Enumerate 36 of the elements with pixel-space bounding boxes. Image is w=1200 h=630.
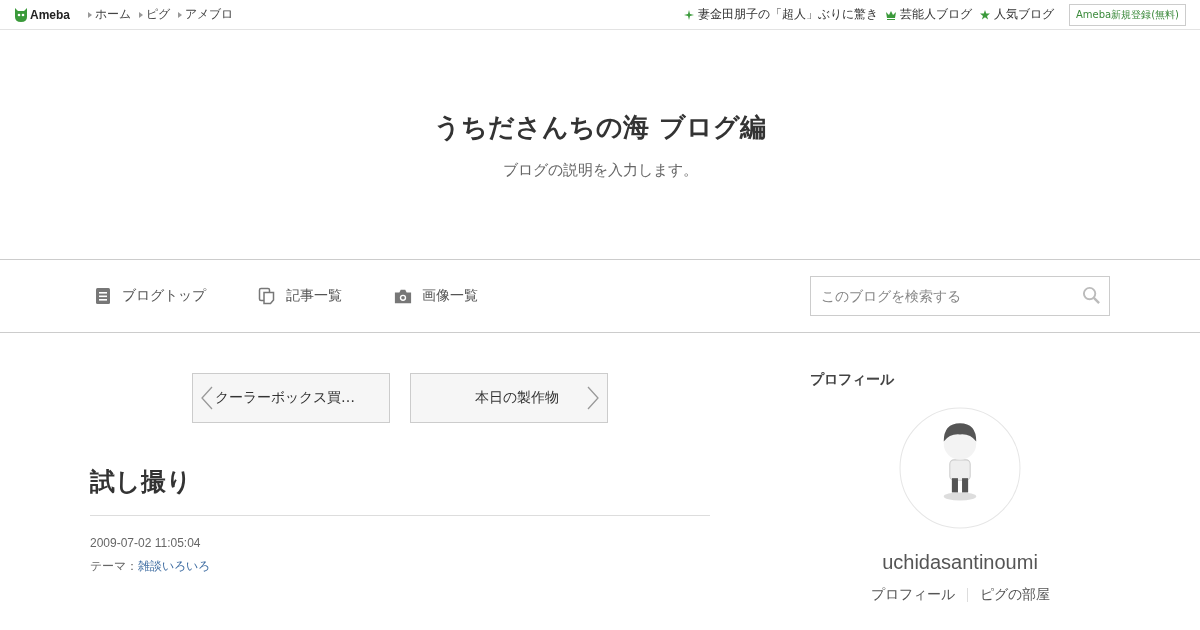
profile-link[interactable]: ピグの部屋	[979, 586, 1050, 604]
triangle-icon	[178, 11, 182, 18]
previous-entry-button[interactable]: クーラーボックス買…	[192, 373, 390, 423]
sidebar-heading: プロフィール	[810, 371, 894, 389]
triangle-icon	[88, 11, 92, 18]
header-link[interactable]: 芸能人ブログ	[900, 6, 972, 23]
blog-description: ブログの説明を入力します。	[502, 160, 698, 180]
copy-icon[interactable]	[258, 287, 276, 305]
header-link[interactable]: ピグ	[146, 6, 170, 23]
theme-label: テーマ：	[90, 559, 138, 573]
blog-title[interactable]: うちださんちの海 ブログ編	[434, 109, 766, 145]
header-link[interactable]: ホーム	[95, 6, 131, 23]
entry-title: 試し撮り	[90, 465, 710, 516]
theme-link[interactable]: 雑談いろいろ	[138, 559, 210, 573]
triangle-icon	[139, 11, 143, 18]
profile-name[interactable]: uchidasantinoumi	[882, 551, 1038, 574]
next-entry-button[interactable]: 本日の製作物	[410, 373, 608, 423]
sparkle-icon	[684, 9, 694, 20]
crown-icon	[886, 9, 896, 20]
entry-date: 2009-07-02 11:05:04	[90, 536, 202, 550]
star-icon	[980, 9, 990, 20]
nav-link[interactable]: ブログトップ	[122, 287, 206, 305]
ameba-logo[interactable]: Ameba	[30, 7, 70, 22]
header-link[interactable]: 妻金田朋子の「超人」ぶりに驚き	[698, 6, 878, 23]
nav-link[interactable]: 画像一覧	[422, 287, 478, 305]
header-link[interactable]: 人気ブログ	[994, 6, 1054, 23]
document-icon[interactable]	[94, 287, 112, 305]
profile-link[interactable]: プロフィール	[870, 586, 955, 604]
camera-icon[interactable]	[394, 287, 412, 305]
nav-link[interactable]: 記事一覧	[286, 287, 342, 305]
register-button[interactable]: Ameba新規登録(無料)	[1069, 3, 1186, 26]
header-link[interactable]: アメブロ	[185, 6, 233, 23]
chevron-right-icon	[587, 386, 599, 410]
ameba-logo-icon[interactable]	[14, 6, 28, 23]
chevron-left-icon	[201, 386, 213, 410]
search-field[interactable]: このブログを検索する	[810, 276, 1110, 316]
